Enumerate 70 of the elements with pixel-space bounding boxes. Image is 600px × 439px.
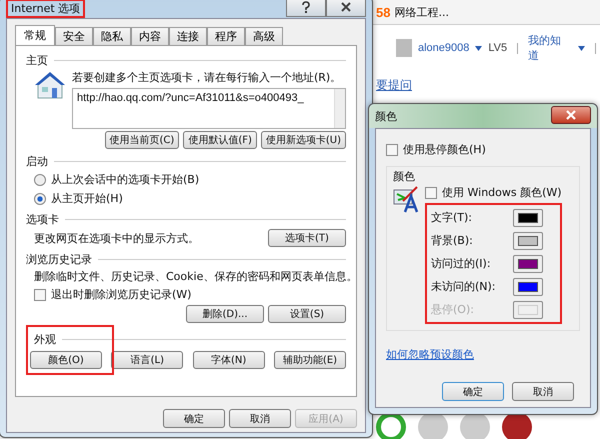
dialog-button[interactable]: 确定 xyxy=(163,409,225,428)
section-heading: 启动 xyxy=(26,154,48,169)
dialog-button[interactable]: 使用默认值(F) xyxy=(183,131,257,149)
menu-link[interactable]: 我的知道 xyxy=(528,33,572,63)
group-heading: 颜色 xyxy=(393,169,416,184)
site-logo-text: 58 xyxy=(376,4,390,20)
tab[interactable]: 程序 xyxy=(207,27,245,45)
tab[interactable]: 内容 xyxy=(131,27,169,45)
tab[interactable]: 安全 xyxy=(55,27,93,45)
close-icon xyxy=(566,110,576,120)
dialog-button[interactable]: 颜色(O) xyxy=(30,351,102,369)
site-title: 网络工程... xyxy=(394,4,449,20)
avatar-placeholder xyxy=(396,39,412,57)
dialog-button[interactable]: 删除(D)... xyxy=(186,305,264,323)
pen-letter-icon xyxy=(393,184,421,214)
checkbox-label[interactable]: 使用 Windows 颜色(W) xyxy=(442,185,562,200)
help-button[interactable] xyxy=(286,0,326,17)
color-label: 背景(B): xyxy=(431,233,473,248)
caret-icon xyxy=(475,46,482,50)
dialog-button[interactable]: 使用新选项卡(U) xyxy=(260,131,346,149)
color-button[interactable] xyxy=(513,278,543,296)
color-label: 未访问的(N): xyxy=(431,279,496,294)
caret-icon xyxy=(578,46,585,50)
dialog-button[interactable]: 选项卡(T) xyxy=(268,229,346,247)
description-text: 更改网页在选项卡中的显示方式。 xyxy=(34,230,199,246)
dialog-button[interactable]: 取消 xyxy=(512,382,574,401)
tab[interactable]: 隐私 xyxy=(93,27,131,45)
checkbox-label[interactable]: 退出时删除浏览历史记录(W) xyxy=(51,287,192,302)
color-button[interactable] xyxy=(513,232,543,250)
dialog-button[interactable]: 取消 xyxy=(229,409,291,428)
ask-link[interactable]: 要提问 xyxy=(376,77,412,94)
house-icon xyxy=(34,70,66,100)
section-heading: 主页 xyxy=(26,53,48,68)
color-label: 悬停(O): xyxy=(431,302,474,317)
window-title: 颜色 xyxy=(375,108,397,124)
radio-label[interactable]: 从主页开始(H) xyxy=(51,191,123,206)
user-level: LV5 xyxy=(488,42,508,54)
close-button[interactable] xyxy=(326,0,366,17)
section-heading: 选项卡 xyxy=(26,212,59,227)
dialog-button[interactable]: 语言(L) xyxy=(111,351,184,369)
section-heading: 浏览历史记录 xyxy=(26,252,92,267)
section-heading: 外观 xyxy=(34,332,56,347)
help-link[interactable]: 如何忽略预设颜色 xyxy=(386,347,580,362)
url-field[interactable]: http://hao.qq.com/?unc=Af31011&s=o400493_ xyxy=(72,88,346,129)
close-button[interactable] xyxy=(551,106,591,124)
close-icon xyxy=(341,2,351,12)
instruction-text: 若要创建多个主页选项卡，请在每行输入一个地址(R)。 xyxy=(72,70,342,85)
color-button[interactable] xyxy=(513,254,543,272)
help-icon xyxy=(301,1,311,13)
color-label: 访问过的(I): xyxy=(431,256,491,271)
checkbox-label[interactable]: 使用悬停颜色(H) xyxy=(403,142,486,157)
dialog-button[interactable]: 使用当前页(C) xyxy=(104,131,180,149)
checkbox[interactable] xyxy=(425,186,437,198)
dialog-button[interactable]: 设置(S) xyxy=(268,305,346,323)
radio-button[interactable] xyxy=(34,174,46,186)
tab[interactable]: 连接 xyxy=(169,27,207,45)
dialog-button[interactable]: 字体(N) xyxy=(192,351,265,369)
tab[interactable]: 常规 xyxy=(15,25,55,45)
window-title: Internet 选项 xyxy=(11,2,80,15)
checkbox[interactable] xyxy=(34,288,46,300)
radio-button[interactable] xyxy=(34,192,46,204)
tab[interactable]: 高级 xyxy=(245,27,283,45)
scrollbar[interactable] xyxy=(334,89,345,128)
color-label: 文字(T): xyxy=(431,210,472,225)
checkbox[interactable] xyxy=(386,144,398,156)
username-link[interactable]: alone9008 xyxy=(418,42,470,54)
color-button[interactable] xyxy=(513,208,543,226)
dialog-button[interactable]: 辅助功能(E) xyxy=(274,351,346,369)
radio-label[interactable]: 从上次会话中的选项卡开始(B) xyxy=(51,172,200,187)
dialog-button[interactable]: 确定 xyxy=(442,382,504,401)
